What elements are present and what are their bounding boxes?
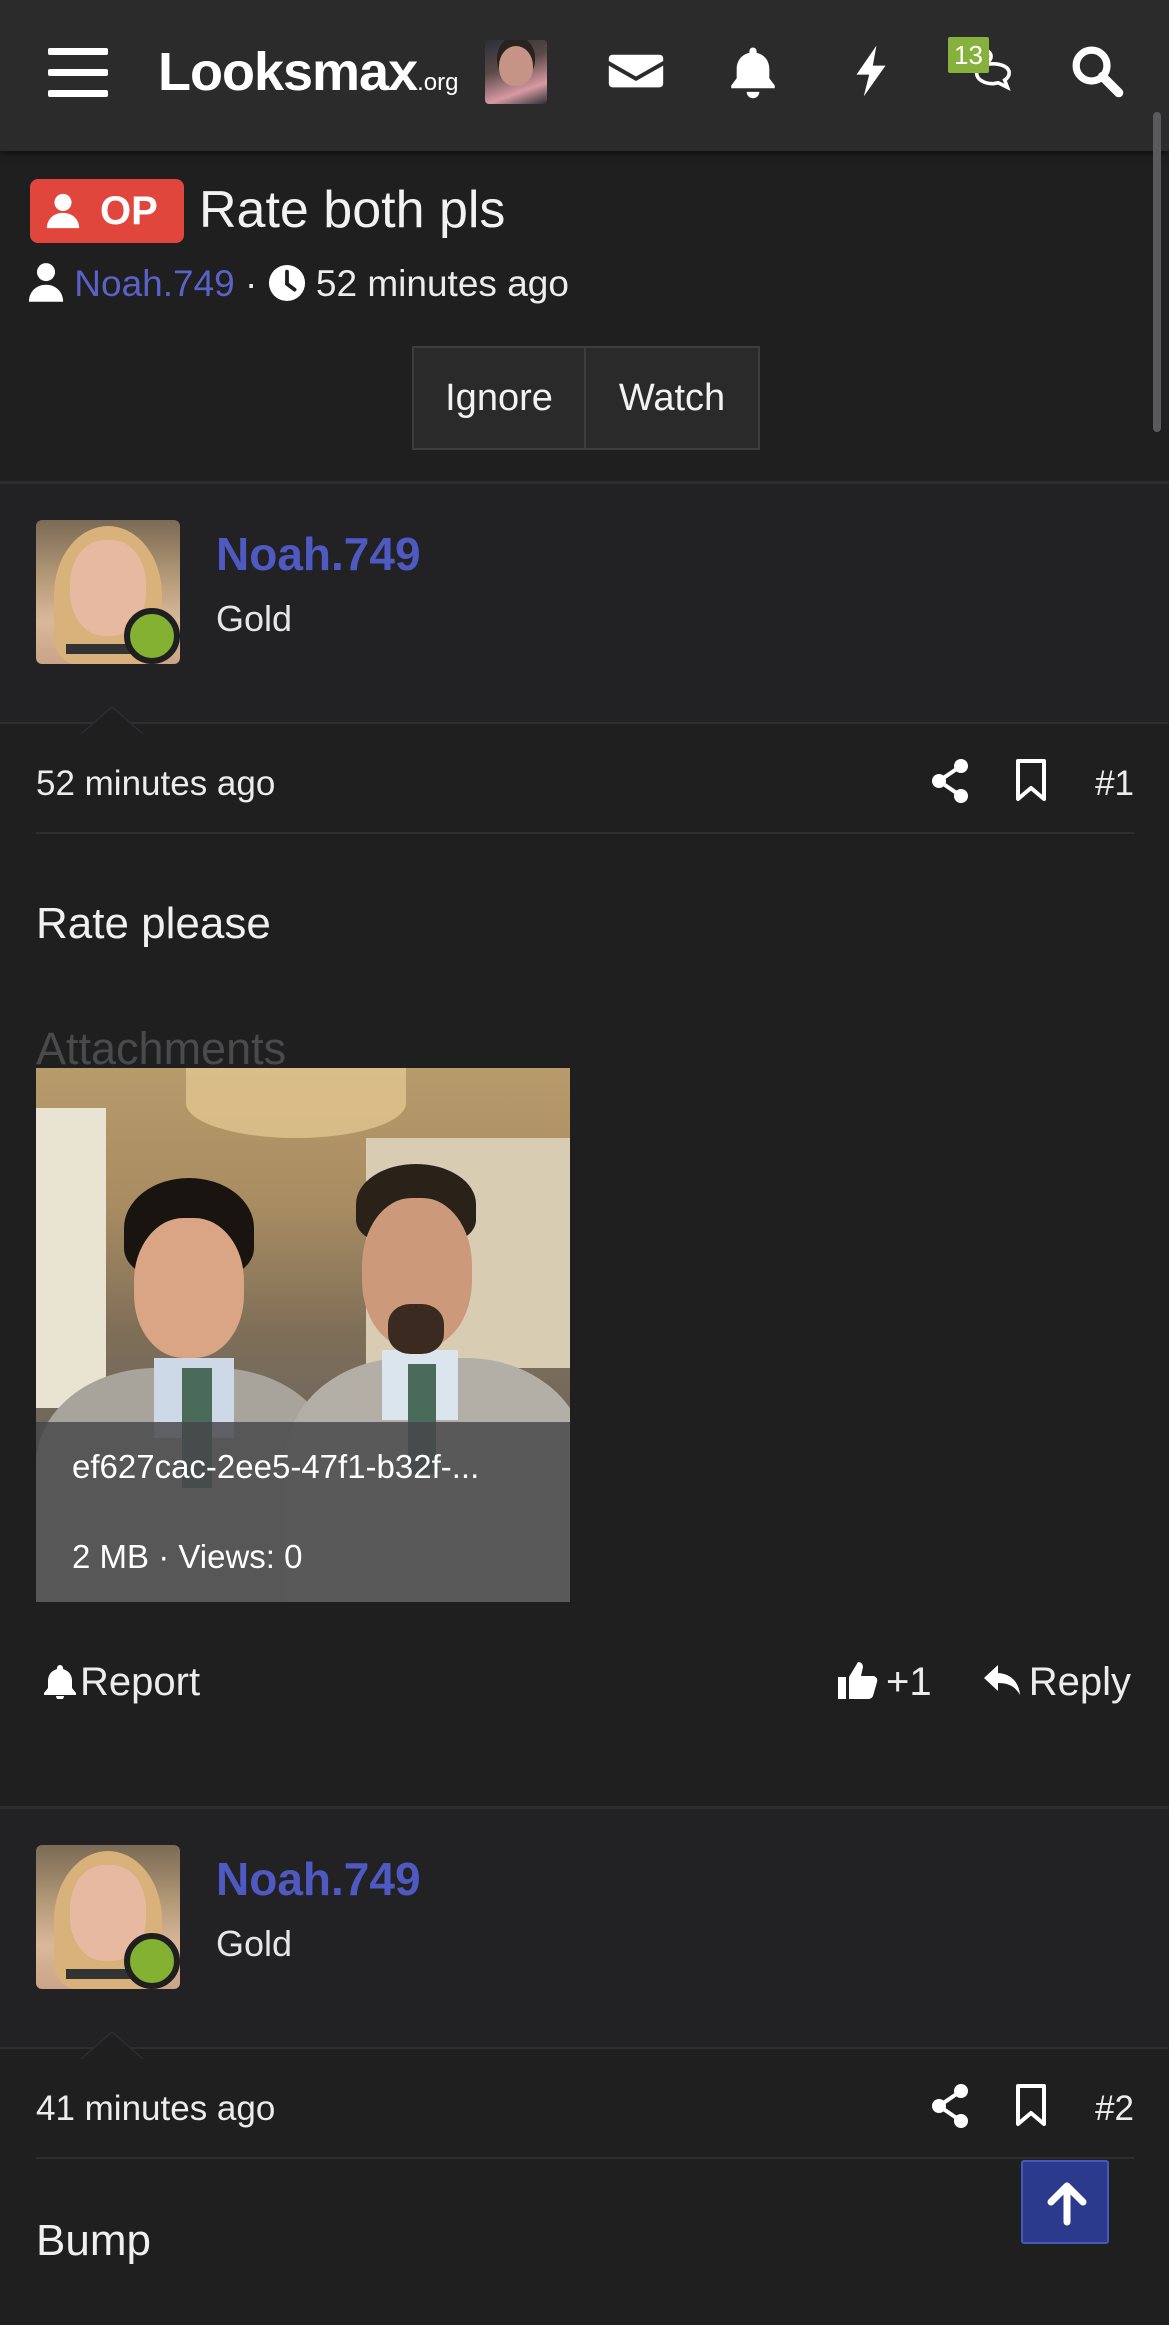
account-avatar[interactable] [485, 40, 547, 104]
post-meta: 52 minutes ago #1 [36, 734, 1134, 834]
mail-icon[interactable] [607, 42, 665, 100]
thumbs-up-icon [838, 1662, 878, 1699]
author-pointer [80, 706, 144, 734]
post-1: Noah.749 Gold 52 minutes ago #1 Rate ple… [0, 481, 1169, 1776]
ignore-button[interactable]: Ignore [412, 346, 586, 450]
post-time[interactable]: 41 minutes ago [36, 2084, 275, 2134]
online-status-dot [124, 1933, 180, 1989]
thread-title: Rate both pls [199, 181, 506, 239]
thread-actions: Ignore Watch [412, 346, 760, 450]
author-pointer [80, 2031, 144, 2059]
thread-author-link[interactable]: Noah.749 [74, 263, 234, 304]
page-scrollbar[interactable] [1153, 112, 1161, 432]
post-username[interactable]: Noah.749 [216, 524, 421, 584]
bell-icon[interactable] [724, 42, 782, 100]
post-meta: 41 minutes ago #2 [36, 2059, 1134, 2159]
conversations-badge: 13 [948, 37, 989, 73]
post-number[interactable]: #2 [1095, 2084, 1134, 2134]
thread-time: 52 minutes ago [315, 263, 569, 304]
post-actions: Report +1 Reply [0, 1624, 1169, 1744]
attachment-filename[interactable]: ef627cac-2ee5-47f1-b32f-... [72, 1442, 542, 1492]
attachment-thumbnail[interactable]: ef627cac-2ee5-47f1-b32f-... 2 MB · Views… [36, 1068, 570, 1602]
like-button[interactable]: +1 [836, 1654, 932, 1710]
post-2: Noah.749 Gold 41 minutes ago #2 Bump [0, 1806, 1169, 2325]
clock-icon [268, 264, 306, 302]
post-time[interactable]: 52 minutes ago [36, 759, 275, 809]
attachment-info: 2 MB · Views: 0 [72, 1538, 303, 1575]
user-icon [28, 262, 64, 302]
thread-meta: Noah.749 · 52 minutes ago [28, 259, 569, 309]
report-button[interactable]: Report [44, 1654, 200, 1710]
post-body: Bump [36, 2216, 151, 2265]
post-username[interactable]: Noah.749 [216, 1849, 421, 1909]
site-logo[interactable]: Looksmax.org [158, 40, 458, 115]
arrow-up-icon [1047, 2182, 1087, 2226]
post-author-block: Noah.749 Gold [0, 1809, 1169, 2059]
watch-button[interactable]: Watch [586, 346, 760, 450]
bookmark-icon[interactable] [1014, 758, 1048, 802]
online-status-dot [124, 608, 180, 664]
share-icon[interactable] [930, 758, 970, 804]
user-rank: Gold [216, 1923, 293, 1964]
post-number[interactable]: #1 [1095, 759, 1134, 809]
scroll-to-top-button[interactable] [1021, 2160, 1109, 2244]
user-rank: Gold [216, 598, 293, 639]
op-badge: OP [30, 179, 184, 243]
thread-header: OP Rate both pls Noah.749 · 52 minutes a… [0, 151, 1169, 481]
reply-button[interactable]: Reply [983, 1654, 1131, 1710]
post-author-block: Noah.749 Gold [0, 484, 1169, 734]
top-navigation-bar: Looksmax.org 13 [0, 0, 1169, 151]
user-icon [46, 193, 80, 229]
bell-icon [44, 1665, 76, 1700]
attachment-caption: ef627cac-2ee5-47f1-b32f-... 2 MB · Views… [36, 1422, 570, 1602]
share-icon[interactable] [930, 2083, 970, 2129]
search-icon[interactable] [1068, 42, 1126, 100]
reply-icon [983, 1665, 1020, 1695]
bookmark-icon[interactable] [1014, 2083, 1048, 2127]
bolt-icon[interactable] [842, 42, 900, 100]
post-body: Rate please [36, 899, 271, 948]
menu-icon[interactable] [48, 48, 108, 98]
